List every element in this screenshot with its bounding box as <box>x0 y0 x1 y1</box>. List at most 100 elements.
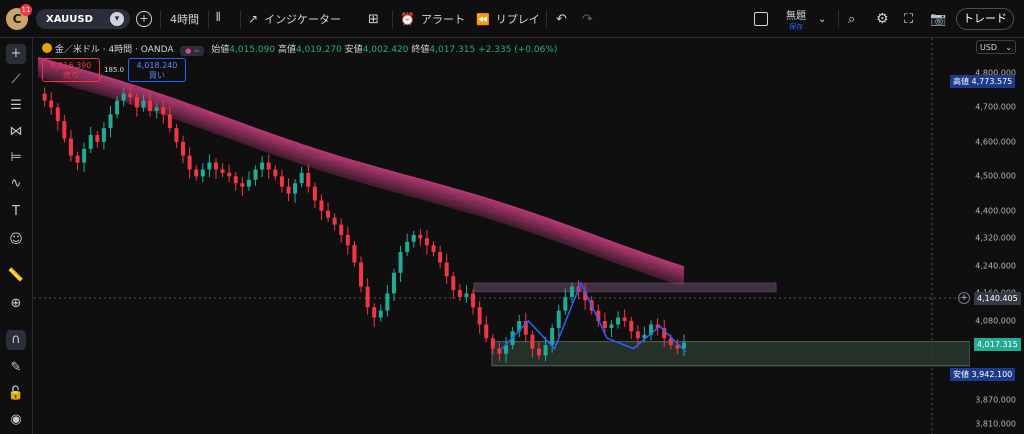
horizontal-lines-tool-icon[interactable]: ☰ <box>6 96 26 116</box>
alarm-icon: ⏰ <box>400 12 415 26</box>
screenshot-button[interactable]: 📷 <box>930 0 946 38</box>
redo-button[interactable]: ↷ <box>582 0 593 38</box>
divider <box>240 10 241 28</box>
indicator-toggle-icon[interactable]: ● ≈ <box>180 46 205 56</box>
quick-search-button[interactable]: ⌕ <box>848 0 855 38</box>
candle-body <box>293 183 298 194</box>
grid-icon: ⊞ <box>368 11 379 27</box>
symbol-search-button[interactable]: XAUUSD ▾ <box>36 9 130 29</box>
replay-button[interactable]: ⏪ リプレイ <box>476 0 540 38</box>
fib-tool-icon[interactable]: ⊨ <box>6 148 26 168</box>
chevron-down-icon: ⌄ <box>1005 43 1012 52</box>
currency-select[interactable]: USD ⌄ <box>976 40 1016 54</box>
interval-button[interactable]: 4時間 <box>170 0 199 38</box>
candle-body <box>543 345 548 356</box>
candle-body <box>326 210 331 218</box>
candle-body <box>187 155 192 170</box>
candle-body <box>286 186 291 194</box>
candle-body <box>438 252 443 263</box>
candle-body <box>273 169 278 177</box>
axis-tick-label: 4,700.000 <box>975 102 1016 112</box>
candle-body <box>497 348 502 354</box>
candle-body <box>306 172 311 187</box>
candle-body <box>148 100 153 111</box>
candle-body <box>385 293 390 311</box>
emoji-tool-icon[interactable]: ☺ <box>6 230 26 250</box>
sell-button[interactable]: 4,016.390 売り <box>42 58 100 82</box>
indicators-icon: ↗ <box>248 12 259 26</box>
divider <box>838 10 839 28</box>
candle-body <box>227 172 232 177</box>
undo-button[interactable]: ↶ <box>556 0 567 38</box>
open-label: 始値 <box>211 45 230 55</box>
candle-body <box>75 155 80 163</box>
alert-button[interactable]: ⏰ アラート <box>400 0 465 38</box>
lock-drawing-icon[interactable]: ✎ <box>6 358 26 378</box>
price-chart[interactable] <box>34 38 970 434</box>
layout-menu-button[interactable]: ⌄ <box>818 0 826 38</box>
indicators-button[interactable]: ↗ インジケーター <box>248 0 341 38</box>
candle-body <box>220 169 225 173</box>
layout-name-button[interactable]: 無題 保存 <box>786 0 806 38</box>
candle-body <box>82 148 87 163</box>
axis-tick-label: 4,400.000 <box>975 206 1016 216</box>
templates-button[interactable]: ⊞ <box>368 0 379 38</box>
low-value: 4,002.420 <box>362 45 409 55</box>
lock-icon[interactable]: 🔓 <box>6 384 26 404</box>
buy-button[interactable]: 4,018.240 買い <box>128 58 186 82</box>
candle-body <box>345 234 350 246</box>
axis-tick-label: 3,870.000 <box>975 395 1016 405</box>
candle-body <box>405 241 410 253</box>
camera-icon: 📷 <box>930 11 947 27</box>
top-toolbar: C 11 XAUUSD ▾ + 4時間 𝍪 ↗ インジケーター ⊞ ⏰ アラート… <box>0 0 1024 38</box>
fullscreen-icon: ⛶ <box>904 11 914 27</box>
resistance-zone <box>473 282 777 293</box>
close-value: 4,017.315 <box>429 45 476 55</box>
high-price-label: 高値 4,773.575 <box>950 75 1016 88</box>
zoom-in-icon[interactable]: ⊕ <box>6 294 26 314</box>
candle-body <box>213 162 218 170</box>
trend-line-tool-icon[interactable]: ⟋ <box>6 70 26 90</box>
text-tool-icon[interactable]: T <box>6 202 26 222</box>
buy-label: 買い <box>149 71 165 80</box>
layout-name: 無題 <box>786 10 806 22</box>
candle-body <box>635 331 640 339</box>
candle-body <box>207 162 212 170</box>
candle-body <box>622 317 627 321</box>
candle-body <box>490 338 495 349</box>
layout-save-status: 保存 <box>789 22 803 31</box>
divider <box>546 10 547 28</box>
redo-icon: ↷ <box>582 11 593 27</box>
support-zone <box>491 341 970 367</box>
pattern-tool-icon[interactable]: ⋈ <box>6 122 26 142</box>
magnet-icon[interactable]: ∩ <box>6 330 26 350</box>
candle-body <box>299 172 304 184</box>
candle-body <box>279 176 284 187</box>
eye-icon[interactable]: ◉ <box>6 410 26 430</box>
candle-body <box>253 169 258 180</box>
candle-body <box>174 128 179 142</box>
candle-body <box>431 245 436 253</box>
candle-body <box>359 262 363 287</box>
replay-label: リプレイ <box>495 13 540 26</box>
brush-tool-icon[interactable]: ∿ <box>6 174 26 194</box>
symbol-label: XAUUSD <box>46 13 93 25</box>
add-symbol-button[interactable]: + <box>136 0 152 38</box>
candle-body <box>319 200 324 211</box>
candle-body <box>451 276 456 290</box>
currency-label: USD <box>980 43 998 52</box>
trade-button[interactable]: トレード <box>956 8 1014 30</box>
settings-button[interactable]: ⚙ <box>876 0 889 38</box>
candle-body <box>411 234 416 242</box>
chart-type-button[interactable]: 𝍪 <box>216 0 220 38</box>
candle-body <box>167 114 172 129</box>
fullscreen-button[interactable]: ⛶ <box>904 0 913 38</box>
rewind-icon: ⏪ <box>476 12 490 26</box>
add-alert-plus-icon[interactable]: + <box>958 292 970 304</box>
crosshair-tool-icon[interactable]: + <box>6 44 26 64</box>
ruler-tool-icon[interactable]: 📏 <box>6 266 26 286</box>
layout-toggle-button[interactable] <box>754 0 768 38</box>
symbol-menu-icon[interactable]: ▾ <box>110 12 124 26</box>
axis-tick-label: 4,500.000 <box>975 171 1016 181</box>
divider <box>160 10 161 28</box>
